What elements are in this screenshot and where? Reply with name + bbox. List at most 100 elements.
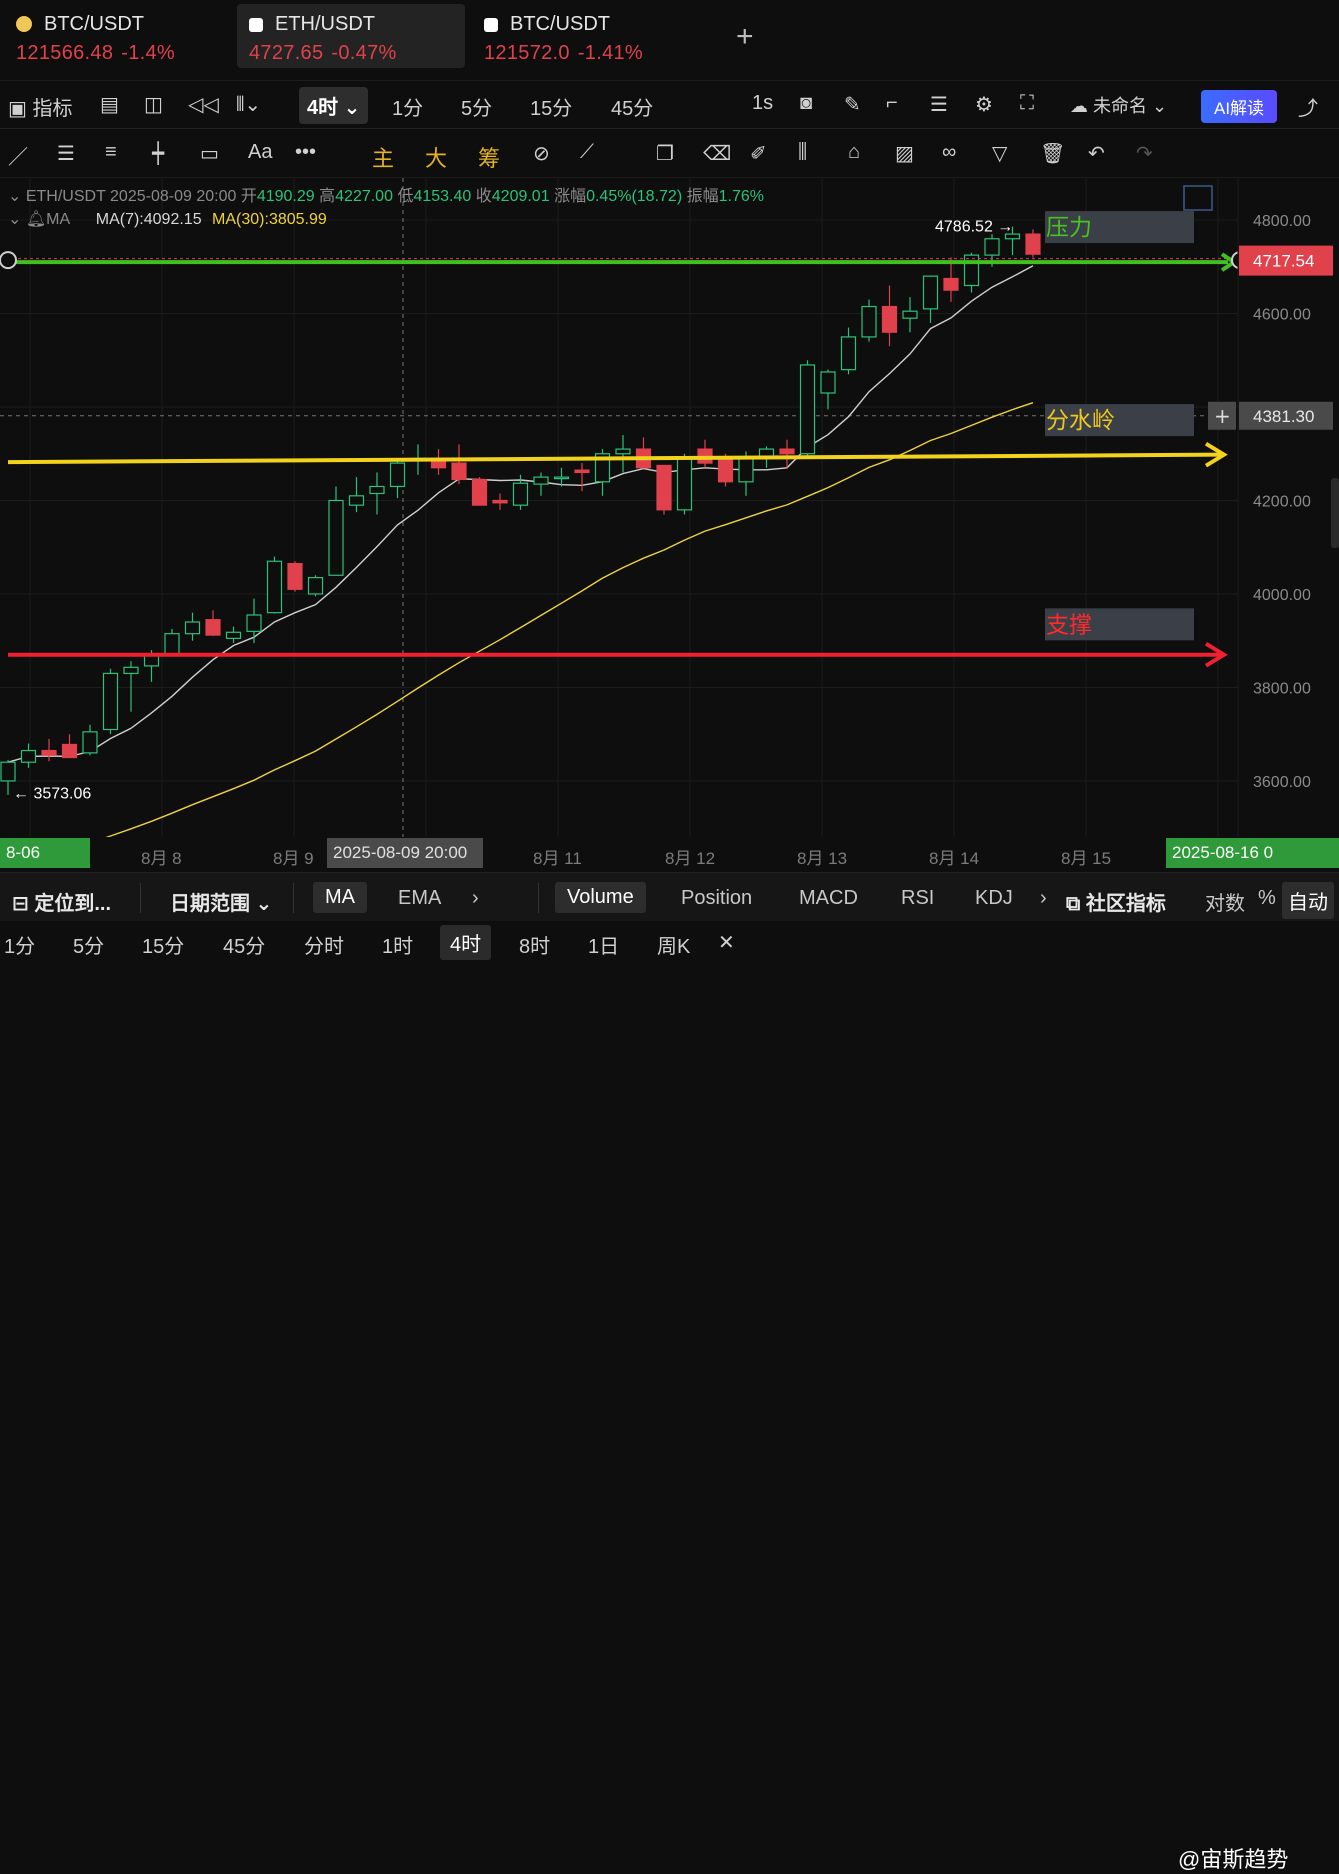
chips-button[interactable]: 筹 (478, 141, 500, 173)
filter-icon[interactable]: ▽ (992, 141, 1007, 166)
tab-change: -0.47% (331, 42, 397, 64)
subchart-position[interactable]: Position (681, 887, 752, 910)
trend-line-icon[interactable]: ／ (8, 141, 28, 170)
candle-body (471, 478, 488, 506)
settings-icon[interactable]: ⚙ (975, 92, 993, 117)
collapse-icon[interactable]: ⌄ (8, 211, 21, 228)
more-tools-icon[interactable]: ••• (295, 141, 316, 164)
candle-body (512, 482, 529, 506)
bell-icon[interactable]: 🔔︎ (26, 211, 46, 228)
period-week[interactable]: 周K (657, 930, 690, 959)
tab-btc-usdt-1[interactable]: BTC/USDT 121566.48 -1.4% (4, 4, 232, 68)
date-label: 8月 14 (929, 849, 980, 868)
indicators-button[interactable]: ▣ 指标 (8, 92, 72, 121)
magnet-icon[interactable]: ⊘ (533, 141, 550, 166)
period-15m[interactable]: 15分 (142, 930, 184, 959)
candle-body (922, 275, 939, 310)
bars-icon[interactable]: ⫼ (798, 141, 807, 164)
candle-body (1025, 233, 1041, 255)
horizontal-lines-icon[interactable]: ≡ (105, 141, 117, 164)
crosshair-price-text: 4381.30 (1253, 407, 1314, 426)
add-tab-icon[interactable]: + (736, 20, 754, 54)
subchart-rsi[interactable]: RSI (901, 887, 934, 910)
parallel-lines-icon[interactable]: ☰ (57, 141, 75, 166)
chevron-right-icon[interactable]: › (1040, 887, 1047, 910)
low-value: 4153.40 (413, 188, 472, 205)
main-chart-button[interactable]: 主 (372, 141, 394, 173)
period-timeshare[interactable]: 分时 (304, 930, 344, 959)
candle-type-icon[interactable]: ⫴⌄ (236, 92, 261, 117)
interval-5m[interactable]: 5分 (461, 92, 492, 121)
interval-45m[interactable]: 45分 (611, 92, 653, 121)
resistance-handle-left (0, 251, 17, 270)
date-label: 8月 8 (141, 849, 182, 868)
tab-btc-usdt-2[interactable]: BTC/USDT 121572.0 -1.41% (472, 4, 700, 68)
list-icon[interactable]: ☰ (930, 92, 948, 117)
pen-icon[interactable]: ✎ (844, 92, 861, 117)
subchart-volume[interactable]: Volume (555, 882, 646, 913)
eraser-icon[interactable]: ⌫ (703, 141, 731, 166)
community-indicators-button[interactable]: ⧉ 社区指标 (1066, 887, 1166, 916)
layout-icon[interactable]: ◫ (144, 92, 163, 117)
axis-left-date: 8-06 20:00 (0, 838, 90, 892)
lock-icon[interactable]: ⌂ (848, 141, 860, 164)
candle-body (533, 476, 549, 485)
interval-15m[interactable]: 15分 (530, 92, 572, 121)
crop-icon[interactable]: ⌐ (886, 92, 898, 115)
chevron-right-icon[interactable]: › (472, 887, 479, 910)
period-8h[interactable]: 8时 (519, 930, 550, 959)
horizontal-ray-icon[interactable]: ┿ (152, 141, 164, 166)
ohlc-line: ⌄ ETH/USDT 2025-08-09 20:00 开4190.29 高42… (8, 182, 764, 206)
interval-select[interactable]: 4时 ⌄ (299, 87, 369, 124)
candle-body (779, 448, 795, 455)
edit-icon[interactable]: ▨ (895, 141, 914, 166)
layout-name-select[interactable]: ☁ 未命名 ⌄ (1070, 92, 1167, 118)
interval-1m[interactable]: 1分 (392, 92, 423, 121)
btc-coin-icon (16, 16, 32, 32)
trash-icon[interactable]: 🗑 (1040, 141, 1065, 166)
undo-icon[interactable]: ↶ (1088, 141, 1105, 166)
period-1h[interactable]: 1时 (382, 930, 413, 959)
candle-body (492, 499, 508, 504)
share-icon[interactable]: ⤴ (1298, 92, 1318, 121)
camera-icon[interactable]: ◙ (800, 92, 812, 115)
overlay-ema[interactable]: EMA (398, 887, 441, 910)
price-chart[interactable]: 压力分水岭支撑 4786.52 → ← 3573.06 3600.00 3800.00… (0, 178, 1339, 837)
big-order-button[interactable]: 大 (425, 141, 447, 173)
fullscreen-icon[interactable]: ⛶ (1020, 92, 1034, 115)
text-tool-button[interactable]: Aa (248, 141, 272, 164)
drawing-toolbar: ／ ☰ ≡ ┿ ▭ Aa ••• 主 大 筹 ⊘ ⟋ ❐ ⌫ ✐ ⫼ ⌂ ▨ ∞… (0, 129, 1339, 178)
tab-eth-usdt[interactable]: ETH/USDT 4727.65 -0.47% (237, 4, 465, 68)
period-5m[interactable]: 5分 (73, 930, 104, 959)
replay-icon[interactable]: ◁◁ (188, 92, 219, 117)
auto-scale-toggle[interactable]: 自动 (1282, 882, 1334, 919)
redo-icon[interactable]: ↷ (1136, 141, 1153, 166)
cloud-icon: ☁ (1070, 96, 1088, 116)
period-1d[interactable]: 1日 (588, 930, 619, 959)
brush-icon[interactable]: ✐ (750, 141, 767, 166)
interval-1s[interactable]: 1s (752, 92, 773, 115)
locate-button[interactable]: ⊟ 定位到... (12, 887, 111, 916)
subchart-kdj[interactable]: KDJ (975, 887, 1013, 910)
measure-icon[interactable]: ⟋ (580, 141, 594, 164)
candle-body (246, 614, 262, 632)
candle-body (881, 305, 898, 333)
date-range-select[interactable]: 日期范围 ⌄ (170, 887, 272, 916)
rectangle-icon[interactable]: ▭ (200, 141, 219, 166)
period-4h[interactable]: 4时 (440, 925, 492, 960)
period-45m[interactable]: 45分 (223, 930, 265, 959)
overlay-ma[interactable]: MA (313, 882, 367, 913)
subchart-macd[interactable]: MACD (799, 887, 858, 910)
log-scale-toggle[interactable]: 对数 (1205, 887, 1245, 916)
period-1m[interactable]: 1分 (4, 930, 35, 959)
close-icon[interactable]: ✕ (718, 930, 735, 955)
candle-body (41, 749, 57, 756)
ai-read-button[interactable]: AI解读 (1201, 90, 1278, 123)
exchange-logo-icon (249, 18, 263, 32)
copy-icon[interactable]: ❐ (656, 141, 674, 166)
percent-scale-toggle[interactable]: % (1258, 887, 1276, 910)
expand-icon[interactable]: ⌄ (8, 188, 21, 205)
calendar-icon[interactable]: ▤ (100, 92, 119, 117)
link-icon[interactable]: ∞ (942, 141, 956, 164)
date-label: 8月 9 (273, 849, 314, 868)
